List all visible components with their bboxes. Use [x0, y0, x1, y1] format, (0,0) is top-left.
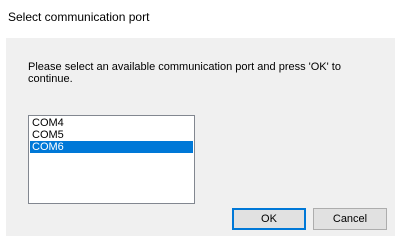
title-bar[interactable]: Select communication port [0, 0, 401, 38]
cancel-button[interactable]: Cancel [313, 208, 387, 230]
window-title: Select communication port [8, 10, 150, 24]
dialog-window: Select communication port Please select … [0, 0, 401, 243]
port-listbox[interactable]: COM4 COM5 COM6 [28, 115, 195, 204]
port-item-com6[interactable]: COM6 [30, 141, 193, 153]
ok-button[interactable]: OK [232, 208, 306, 230]
port-item-com5[interactable]: COM5 [30, 129, 193, 141]
instruction-text: Please select an available communication… [28, 61, 341, 85]
port-item-com4[interactable]: COM4 [30, 117, 193, 129]
